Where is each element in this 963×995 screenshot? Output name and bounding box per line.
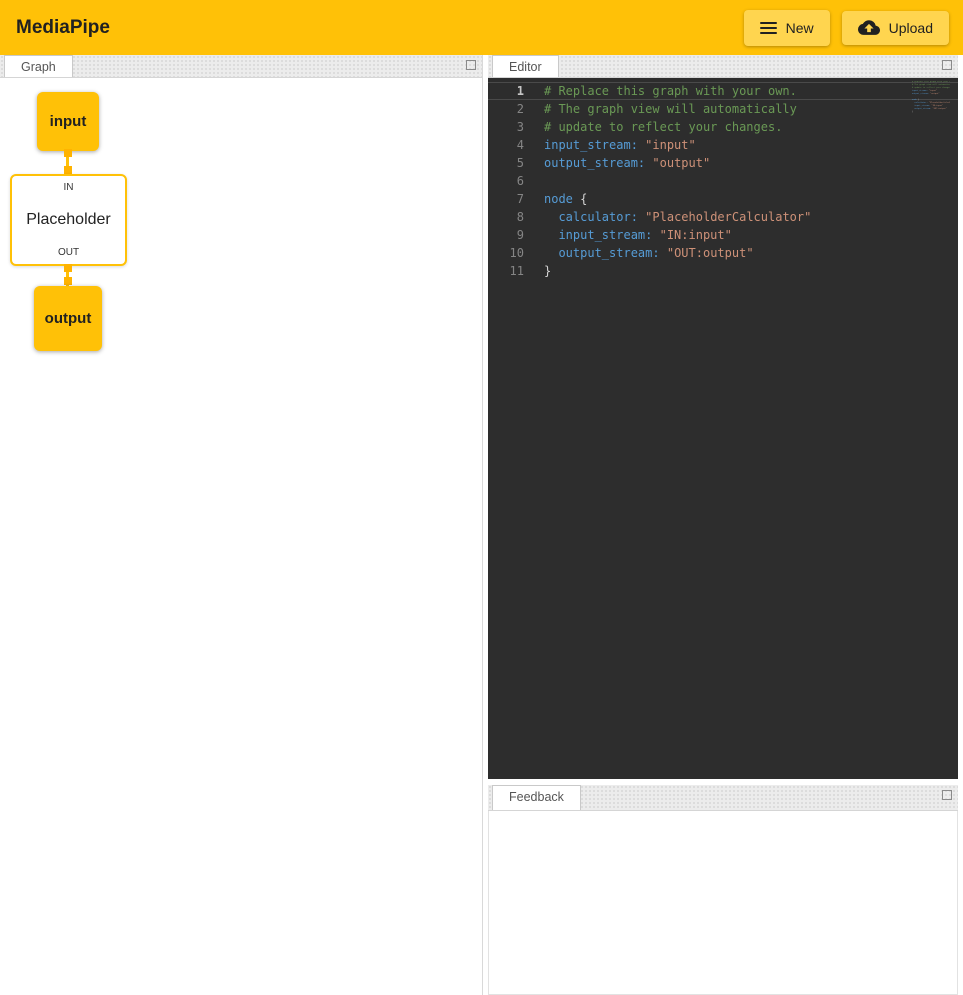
cloud-upload-icon <box>858 20 880 36</box>
main-area: Graph input IN Placeholder OUT output <box>0 55 963 995</box>
upload-button[interactable]: Upload <box>842 11 949 45</box>
menu-icon <box>760 19 777 37</box>
editor-maximize-icon[interactable] <box>942 60 952 70</box>
code-editor[interactable]: 1# Replace this graph with your own.2# T… <box>488 78 958 779</box>
minimap-line: } <box>912 111 950 114</box>
placeholder-node-title: Placeholder <box>26 211 111 229</box>
code-line[interactable]: 7node { <box>488 190 958 208</box>
tab-editor[interactable]: Editor <box>492 55 559 77</box>
edge-dot <box>64 166 72 174</box>
editor-panel: Editor 1# Replace this graph with your o… <box>488 55 958 779</box>
line-text: output_stream: "output" <box>544 154 710 172</box>
edge-dot <box>64 149 72 157</box>
code-line[interactable]: 9 input_stream: "IN:input" <box>488 226 958 244</box>
line-number: 2 <box>488 100 544 118</box>
line-number: 8 <box>488 208 544 226</box>
line-text: input_stream: "IN:input" <box>544 226 732 244</box>
line-text: # update to reflect your changes. <box>544 118 782 136</box>
line-number: 3 <box>488 118 544 136</box>
line-number: 4 <box>488 136 544 154</box>
line-text: # Replace this graph with your own. <box>544 82 797 100</box>
new-button[interactable]: New <box>744 10 830 46</box>
feedback-content <box>488 811 958 995</box>
line-number: 9 <box>488 226 544 244</box>
line-text: } <box>544 262 551 280</box>
line-text: calculator: "PlaceholderCalculator" <box>544 208 811 226</box>
line-number: 5 <box>488 154 544 172</box>
graph-tab-strip: Graph <box>0 55 482 78</box>
output-node[interactable]: output <box>34 286 102 351</box>
placeholder-node[interactable]: IN Placeholder OUT <box>10 174 127 266</box>
new-button-label: New <box>786 20 814 36</box>
feedback-maximize-icon[interactable] <box>942 790 952 800</box>
line-number: 10 <box>488 244 544 262</box>
feedback-tab-strip: Feedback <box>488 785 958 811</box>
header-actions: New Upload <box>744 10 953 46</box>
upload-button-label: Upload <box>889 20 933 36</box>
code-line[interactable]: 5output_stream: "output" <box>488 154 958 172</box>
code-lines: 1# Replace this graph with your own.2# T… <box>488 82 958 280</box>
tab-feedback[interactable]: Feedback <box>492 785 581 810</box>
line-number: 11 <box>488 262 544 280</box>
right-column: Editor 1# Replace this graph with your o… <box>488 55 958 995</box>
line-number: 1 <box>488 82 544 100</box>
code-line[interactable]: 3# update to reflect your changes. <box>488 118 958 136</box>
graph-maximize-icon[interactable] <box>466 60 476 70</box>
output-node-label: output <box>45 310 92 327</box>
line-text: node { <box>544 190 587 208</box>
line-text: # The graph view will automatically <box>544 100 797 118</box>
graph-panel: Graph input IN Placeholder OUT output <box>0 55 483 995</box>
line-number: 7 <box>488 190 544 208</box>
input-node-label: input <box>50 113 87 130</box>
input-node[interactable]: input <box>37 92 99 151</box>
code-line[interactable]: 11} <box>488 262 958 280</box>
edge-dot <box>64 277 72 285</box>
code-line[interactable]: 1# Replace this graph with your own. <box>488 82 958 100</box>
line-text: output_stream: "OUT:output" <box>544 244 754 262</box>
feedback-panel: Feedback <box>488 785 958 995</box>
line-number: 6 <box>488 172 544 190</box>
code-line[interactable]: 8 calculator: "PlaceholderCalculator" <box>488 208 958 226</box>
minimap-content: # Replace this graph with your own.# The… <box>912 81 950 114</box>
editor-tab-strip: Editor <box>488 55 958 78</box>
out-port-label: OUT <box>58 247 79 258</box>
code-line[interactable]: 6 <box>488 172 958 190</box>
minimap-line: output_stream: "OUT:output" <box>912 108 950 111</box>
header-bar: MediaPipe New Upload <box>0 0 963 55</box>
code-line[interactable]: 10 output_stream: "OUT:output" <box>488 244 958 262</box>
code-line[interactable]: 4input_stream: "input" <box>488 136 958 154</box>
edge-dot <box>64 264 72 272</box>
in-port-label: IN <box>64 182 74 193</box>
app-title: MediaPipe <box>16 17 110 39</box>
line-text: input_stream: "input" <box>544 136 696 154</box>
editor-minimap[interactable]: # Replace this graph with your own.# The… <box>912 81 950 114</box>
tab-graph[interactable]: Graph <box>4 55 73 77</box>
graph-canvas[interactable]: input IN Placeholder OUT output <box>0 78 482 995</box>
code-line[interactable]: 2# The graph view will automatically <box>488 100 958 118</box>
